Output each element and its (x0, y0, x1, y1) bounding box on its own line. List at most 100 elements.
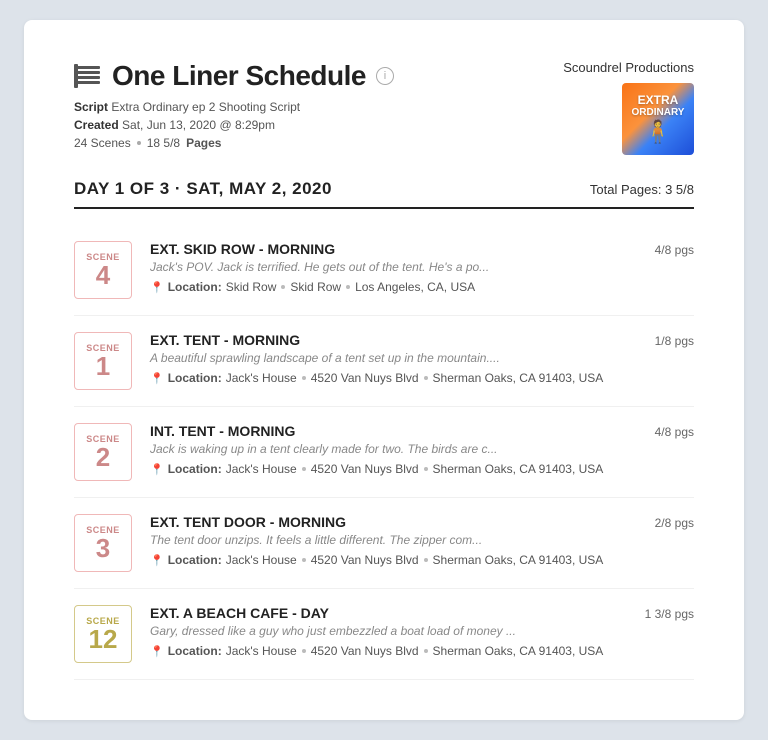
info-icon[interactable]: i (376, 67, 394, 85)
scene-badge: SCENE 4 (74, 241, 132, 299)
pages-label: Pages (186, 136, 221, 150)
total-pages: Total Pages: 3 5/8 (590, 182, 694, 197)
location-parts: Jack's House4520 Van Nuys BlvdSherman Oa… (226, 644, 604, 658)
scene-content: EXT. TENT - MORNING A beautiful sprawlin… (150, 332, 616, 385)
location-part: Skid Row (226, 280, 277, 294)
scene-pages: 1 3/8 pgs (634, 605, 694, 621)
created-label: Created (74, 118, 119, 132)
location-parts: Jack's House 4520 Van Nuys Blvd Sherman Oa… (226, 371, 604, 385)
location-separator (424, 376, 428, 380)
location-pin-icon: 📍 (150, 463, 164, 476)
location-separator (302, 649, 306, 653)
location-pin-icon: 📍 (150, 645, 164, 658)
location-separator (302, 558, 306, 562)
movie-thumbnail: EXTRA ORDINARY 🧍 (622, 83, 694, 155)
location-parts: Skid Row Skid Row Los Angeles, CA, USA (226, 280, 475, 294)
script-value: Extra Ordinary ep 2 Shooting Script (111, 100, 300, 114)
scene-pages: 4/8 pgs (634, 423, 694, 439)
location-pin-icon: 📍 (150, 281, 164, 294)
location-part: Sherman Oaks, CA 91403, USA (433, 553, 604, 567)
scene-content: INT. TENT - MORNING Jack is waking up in… (150, 423, 616, 476)
scene-number: 1 (96, 353, 110, 379)
location-part: Jack's House (226, 462, 297, 476)
created-meta: Created Sat, Jun 13, 2020 @ 8:29pm (74, 118, 563, 132)
created-value: Sat, Jun 13, 2020 @ 8:29pm (122, 118, 275, 132)
location-part: Sherman Oaks, CA 91403, USA (433, 371, 604, 385)
location-parts: Jack's House4520 Van Nuys BlvdSherman Oa… (226, 462, 604, 476)
location-parts: Jack's House4520 Van Nuys BlvdSherman Oa… (226, 553, 604, 567)
location-part: 4520 Van Nuys Blvd (311, 553, 419, 567)
scene-badge: SCENE 2 (74, 423, 132, 481)
scene-number: 3 (96, 535, 110, 561)
scenes-count: 24 Scenes (74, 136, 131, 150)
table-row: SCENE 4 EXT. SKID ROW - MORNING Jack's P… (74, 225, 694, 316)
header-left: One Liner Schedule i Script Extra Ordina… (74, 60, 563, 150)
location-separator (346, 285, 350, 289)
table-row: SCENE 2 INT. TENT - MORNING Jack is waki… (74, 407, 694, 498)
location-part: Jack's House (226, 371, 297, 385)
scene-description: A beautiful sprawling landscape of a ten… (150, 351, 616, 365)
scene-description: Jack's POV. Jack is terrified. He gets o… (150, 260, 616, 274)
script-meta: Script Extra Ordinary ep 2 Shooting Scri… (74, 100, 563, 114)
scene-content: EXT. TENT DOOR - MORNING The tent door u… (150, 514, 616, 567)
location-part: Jack's House (226, 644, 297, 658)
location-label: Location: (168, 644, 222, 658)
header-right: Scoundrel Productions EXTRA ORDINARY 🧍 (563, 60, 694, 155)
scene-description: Gary, dressed like a guy who just embezz… (150, 624, 616, 638)
table-row: SCENE 1 EXT. TENT - MORNING A beautiful … (74, 316, 694, 407)
schedule-icon (74, 62, 102, 90)
location-part: Skid Row (290, 280, 341, 294)
table-row: SCENE 3 EXT. TENT DOOR - MORNING The ten… (74, 498, 694, 589)
dot-separator (137, 141, 141, 145)
title-row: One Liner Schedule i (74, 60, 563, 92)
location-label: Location: (168, 280, 222, 294)
scene-pages: 4/8 pgs (634, 241, 694, 257)
location-part: Los Angeles, CA, USA (355, 280, 475, 294)
day-header: DAY 1 OF 3 · SAT, MAY 2, 2020 Total Page… (74, 179, 694, 209)
location-separator (424, 649, 428, 653)
thumbnail-line2: ORDINARY (632, 107, 685, 118)
scene-description: The tent door unzips. It feels a little … (150, 533, 616, 547)
header: One Liner Schedule i Script Extra Ordina… (74, 60, 694, 155)
location-label: Location: (168, 553, 222, 567)
production-name: Scoundrel Productions (563, 60, 694, 75)
scene-number: 2 (96, 444, 110, 470)
location-pin-icon: 📍 (150, 372, 164, 385)
page-container: One Liner Schedule i Script Extra Ordina… (24, 20, 744, 720)
scene-title: EXT. A BEACH CAFE - DAY (150, 605, 616, 621)
location-part: 4520 Van Nuys Blvd (311, 371, 419, 385)
script-label: Script (74, 100, 108, 114)
location-separator (281, 285, 285, 289)
scene-content: EXT. A BEACH CAFE - DAY Gary, dressed li… (150, 605, 616, 658)
scene-location: 📍 Location: Jack's House4520 Van Nuys Bl… (150, 553, 616, 567)
scene-location: 📍 Location: Jack's House 4520 Van Nuys Bl… (150, 644, 616, 658)
scene-title: EXT. TENT DOOR - MORNING (150, 514, 616, 530)
scene-title: EXT. SKID ROW - MORNING (150, 241, 616, 257)
scene-number: 12 (89, 626, 118, 652)
scene-badge: SCENE 12 (74, 605, 132, 663)
stats-row: 24 Scenes 18 5/8 Pages (74, 136, 563, 150)
location-separator (424, 467, 428, 471)
location-separator (424, 558, 428, 562)
day-title: DAY 1 OF 3 · SAT, MAY 2, 2020 (74, 179, 332, 199)
location-label: Location: (168, 462, 222, 476)
scene-title: EXT. TENT - MORNING (150, 332, 616, 348)
location-separator (302, 467, 306, 471)
pages-count: 18 5/8 (147, 136, 180, 150)
location-part: 4520 Van Nuys Blvd (311, 644, 419, 658)
scene-location: 📍 Location: Jack's House 4520 Van Nuys Bl… (150, 371, 616, 385)
table-row: SCENE 12 EXT. A BEACH CAFE - DAY Gary, d… (74, 589, 694, 680)
location-label: Location: (168, 371, 222, 385)
scene-number: 4 (96, 262, 110, 288)
scene-badge: SCENE 1 (74, 332, 132, 390)
page-title: One Liner Schedule (112, 60, 366, 92)
location-part: Sherman Oaks, CA 91403, USA (433, 462, 604, 476)
scene-pages: 2/8 pgs (634, 514, 694, 530)
scene-location: 📍 Location: Jack's House4520 Van Nuys Bl… (150, 462, 616, 476)
scene-pages: 1/8 pgs (634, 332, 694, 348)
scene-location: 📍 Location: Skid Row Skid Row Los Angeles,… (150, 280, 616, 294)
location-separator (302, 376, 306, 380)
scene-title: INT. TENT - MORNING (150, 423, 616, 439)
scene-badge: SCENE 3 (74, 514, 132, 572)
scene-description: Jack is waking up in a tent clearly made… (150, 442, 616, 456)
